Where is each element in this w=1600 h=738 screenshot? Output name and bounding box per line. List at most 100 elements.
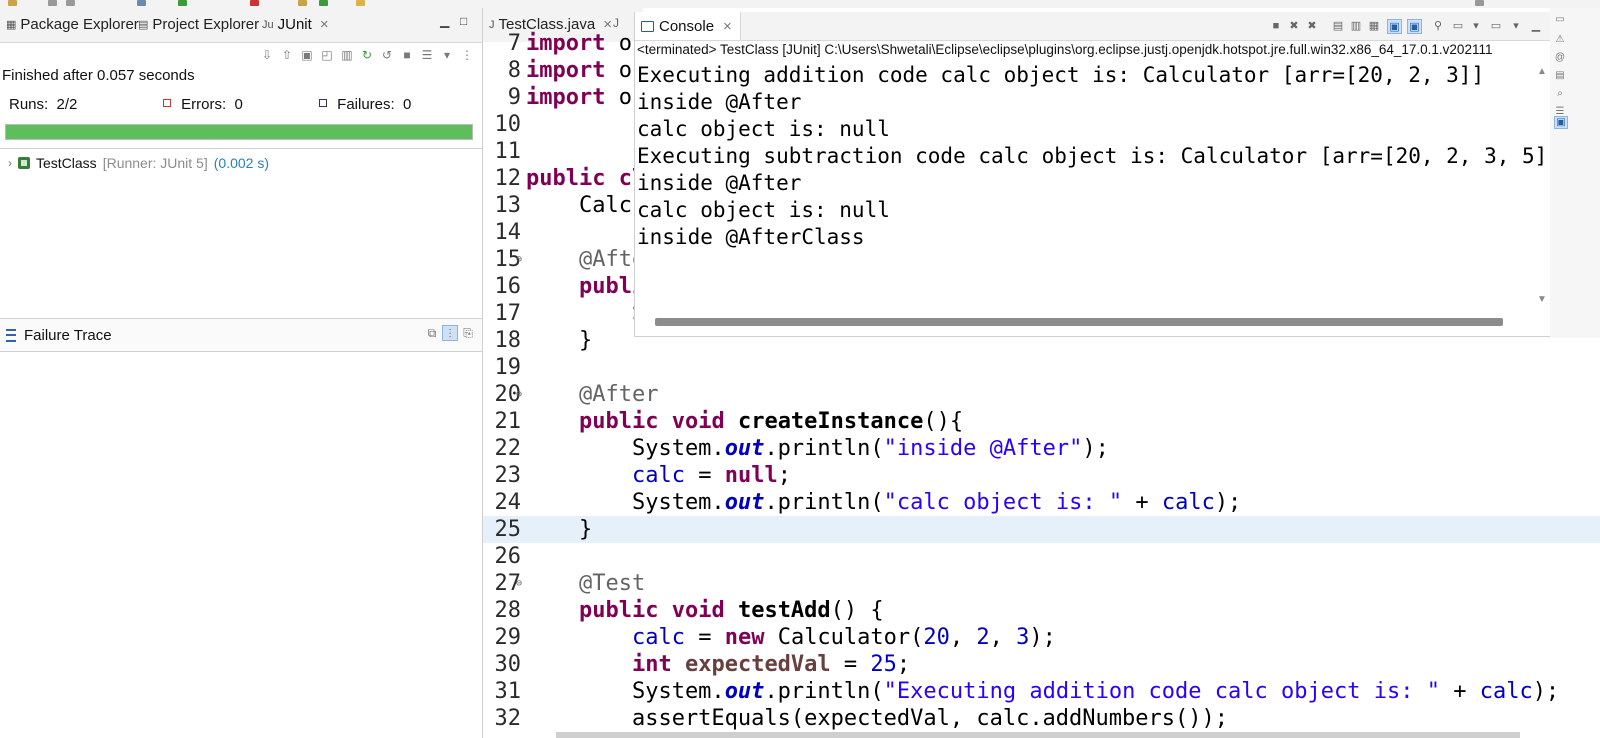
save-all-icon[interactable] bbox=[66, 0, 75, 6]
tab-project-explorer[interactable]: ▤ Project Explorer bbox=[138, 16, 259, 33]
console-vertical-scrollbar[interactable]: ▲ ▼ bbox=[1537, 66, 1547, 306]
tab-console[interactable]: Console × bbox=[635, 12, 741, 40]
debug-icon[interactable] bbox=[137, 0, 146, 6]
code-line[interactable]: 31 System.out.println("Executing additio… bbox=[483, 678, 1600, 705]
runs-value: 2/2 bbox=[56, 96, 78, 113]
show-stderr-icon[interactable]: ▣ bbox=[1407, 19, 1422, 34]
show-skipped-icon[interactable]: ◰ bbox=[320, 48, 334, 62]
close-icon[interactable]: × bbox=[320, 16, 329, 33]
open-folder-icon[interactable] bbox=[356, 0, 365, 6]
line-number: 10 bbox=[494, 112, 522, 137]
code-line[interactable]: 29 calc = new Calculator(20, 2, 3); bbox=[483, 624, 1600, 651]
chevron-down-icon[interactable]: ▾ bbox=[1509, 19, 1523, 33]
code-text: Calcu bbox=[526, 193, 646, 218]
chevron-down-icon[interactable]: ▾ bbox=[1469, 19, 1483, 33]
word-wrap-icon[interactable]: ▦ bbox=[1367, 19, 1381, 33]
new-package-icon[interactable] bbox=[319, 0, 328, 6]
remove-launch-icon[interactable]: ✖ bbox=[1287, 19, 1301, 33]
code-line[interactable]: 25 } bbox=[483, 516, 1600, 543]
javadoc-icon[interactable]: @ bbox=[1554, 52, 1566, 63]
new-java-project-icon[interactable] bbox=[298, 0, 307, 6]
line-number: 22 bbox=[494, 436, 522, 461]
code-line[interactable]: 21 public void createInstance(){ bbox=[483, 408, 1600, 435]
next-failure-icon[interactable]: ⇩ bbox=[260, 48, 274, 62]
console-horizontal-scrollbar[interactable] bbox=[655, 318, 1503, 326]
junit-icon: Ju bbox=[262, 18, 274, 31]
scroll-lock-icon[interactable]: ▥ bbox=[1349, 19, 1363, 33]
chevron-right-icon[interactable]: › bbox=[8, 156, 12, 170]
tab-package-explorer[interactable]: ▦ Package Explorer bbox=[6, 16, 139, 33]
rerun-failures-first-icon[interactable]: ↺ bbox=[380, 48, 394, 62]
project-icon: ▤ bbox=[138, 19, 149, 31]
line-number: 32 bbox=[494, 706, 522, 731]
save-icon[interactable] bbox=[48, 0, 57, 6]
rerun-test-icon[interactable]: ↻ bbox=[360, 48, 374, 62]
copy-trace-icon[interactable]: ⎘ bbox=[460, 325, 476, 341]
code-text: System.out.println("inside @After"); bbox=[526, 436, 1109, 461]
code-text: calc = null; bbox=[631, 463, 791, 488]
scroll-down-icon[interactable]: ▼ bbox=[1537, 294, 1547, 305]
line-number: 8 bbox=[507, 58, 521, 83]
scroll-up-icon[interactable]: ▲ bbox=[1537, 66, 1547, 77]
line-number: 26 bbox=[494, 544, 522, 569]
more-options-icon[interactable]: ⋮ bbox=[460, 48, 474, 62]
show-failures-only-icon[interactable]: ▣ bbox=[300, 48, 314, 62]
display-selected-console-icon[interactable]: ▭ bbox=[1451, 19, 1465, 33]
code-line[interactable]: 20 ⊖ @After bbox=[483, 381, 1600, 408]
editor-horizontal-scrollbar[interactable] bbox=[556, 732, 1520, 738]
tab-label: Console bbox=[659, 17, 715, 35]
pin-console-icon[interactable]: ⚲ bbox=[1431, 19, 1445, 33]
filter-stack-trace-icon[interactable]: ⫶ bbox=[442, 325, 458, 341]
maximize-icon[interactable]: □ bbox=[460, 14, 467, 28]
coverage-icon[interactable] bbox=[250, 0, 259, 6]
java-file-icon[interactable]: J bbox=[613, 16, 619, 30]
console-icon[interactable]: ▣ bbox=[1554, 116, 1568, 129]
failure-icon bbox=[319, 99, 327, 107]
minimize-icon[interactable]: ▁ bbox=[1529, 19, 1543, 33]
test-tree-item[interactable]: › TestClass [Runner: JUnit 5] (0.002 s) bbox=[8, 155, 269, 171]
tab-junit[interactable]: Ju JUnit × bbox=[262, 16, 329, 33]
fold-icon[interactable]: ⊖ bbox=[516, 570, 522, 597]
junit-view-panel: ▦ Package Explorer ▤ Project Explorer Ju… bbox=[0, 8, 482, 738]
code-text: S bbox=[526, 301, 646, 326]
run-icon[interactable] bbox=[178, 0, 187, 6]
remove-all-terminated-icon[interactable]: ✖ bbox=[1305, 19, 1319, 33]
console-output[interactable]: Executing addition code calc object is: … bbox=[637, 62, 1560, 251]
view-menu-chevron-down-icon[interactable]: ▾ bbox=[440, 48, 454, 62]
line-number: 17 bbox=[494, 301, 522, 326]
console-line: inside @After bbox=[637, 171, 802, 195]
search-icon[interactable] bbox=[1475, 0, 1484, 6]
line-number: 18 bbox=[494, 328, 522, 353]
declaration-icon[interactable]: ▤ bbox=[1554, 70, 1566, 81]
code-text: @Afte bbox=[578, 247, 646, 272]
code-line[interactable]: 27 ⊖ @Test bbox=[483, 570, 1600, 597]
code-line[interactable]: 24 System.out.println("calc object is: "… bbox=[483, 489, 1600, 516]
compare-results-icon[interactable]: ⧉ bbox=[424, 325, 440, 341]
open-console-icon[interactable]: ▭ bbox=[1489, 19, 1503, 33]
line-number: 21 bbox=[494, 409, 522, 434]
stop-icon[interactable]: ■ bbox=[400, 48, 414, 62]
code-line[interactable]: 30 int expectedVal = 25; bbox=[483, 651, 1600, 678]
terminate-icon[interactable]: ■ bbox=[1269, 19, 1283, 33]
restore-icon[interactable]: ▭ bbox=[1554, 14, 1566, 25]
code-line[interactable]: 28 public void testAdd() { bbox=[483, 597, 1600, 624]
clear-console-icon[interactable]: ▤ bbox=[1331, 19, 1345, 33]
fold-icon[interactable]: ⊖ bbox=[516, 381, 522, 408]
scroll-lock-icon[interactable]: ▥ bbox=[340, 48, 354, 62]
code-line[interactable]: 19 bbox=[483, 354, 1600, 381]
problems-icon[interactable]: ⚠ bbox=[1554, 34, 1566, 45]
search-results-icon[interactable]: ⌕ bbox=[1554, 88, 1566, 99]
code-line[interactable]: 26 bbox=[483, 543, 1600, 570]
show-stdout-icon[interactable]: ▣ bbox=[1387, 19, 1402, 34]
code-text: assertEquals(expectedVal, calc.addNumber… bbox=[526, 706, 1228, 731]
fold-icon[interactable]: ⊖ bbox=[516, 246, 522, 273]
previous-failure-icon[interactable]: ⇧ bbox=[280, 48, 294, 62]
history-icon[interactable]: ☰ bbox=[420, 48, 434, 62]
minimize-icon[interactable]: ▁ bbox=[440, 14, 449, 28]
code-line[interactable]: 22 System.out.println("inside @After"); bbox=[483, 435, 1600, 462]
close-icon[interactable]: × bbox=[723, 18, 732, 35]
new-icon[interactable] bbox=[8, 0, 17, 6]
errors-value: 0 bbox=[234, 96, 243, 113]
code-line[interactable]: 32 assertEquals(expectedVal, calc.addNum… bbox=[483, 705, 1600, 732]
code-line[interactable]: 23 calc = null; bbox=[483, 462, 1600, 489]
